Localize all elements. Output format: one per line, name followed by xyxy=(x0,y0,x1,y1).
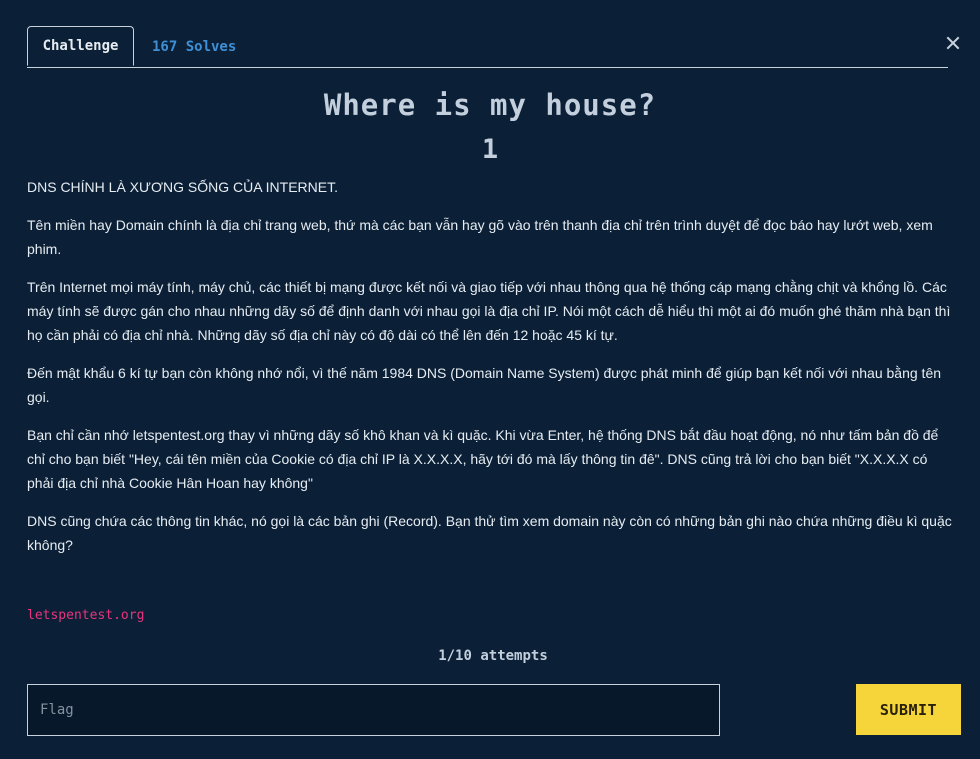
challenge-link[interactable]: letspentest.org xyxy=(27,608,144,623)
challenge-title: Where is my house? xyxy=(323,88,657,122)
tab-solves[interactable]: 167 Solves xyxy=(152,39,236,55)
description-paragraph: Tên miền hay Domain chính là địa chỉ tra… xyxy=(27,217,933,257)
close-button[interactable] xyxy=(946,35,960,50)
challenge-description: DNS CHÍNH LÀ XƯƠNG SỐNG CỦA INTERNET. Tê… xyxy=(27,175,955,571)
submit-button[interactable]: SUBMIT xyxy=(856,684,961,735)
flag-input[interactable] xyxy=(27,684,720,736)
attempts-counter: 1/10 attempts xyxy=(438,648,548,664)
description-paragraph: DNS cũng chứa các thông tin khác, nó gọi… xyxy=(27,513,952,553)
close-icon xyxy=(946,36,960,50)
description-paragraph: Bạn chỉ cần nhớ letspentest.org thay vì … xyxy=(27,427,939,491)
description-paragraph: Đến mật khẩu 6 kí tự bạn còn không nhớ n… xyxy=(27,365,942,405)
description-paragraph: DNS CHÍNH LÀ XƯƠNG SỐNG CỦA INTERNET. xyxy=(27,179,339,195)
challenge-points: 1 xyxy=(481,134,499,165)
description-paragraph: Trên Internet mọi máy tính, máy chủ, các… xyxy=(27,279,951,343)
challenge-tabs: Challenge 167 Solves xyxy=(27,26,948,68)
tab-challenge[interactable]: Challenge xyxy=(27,26,134,66)
